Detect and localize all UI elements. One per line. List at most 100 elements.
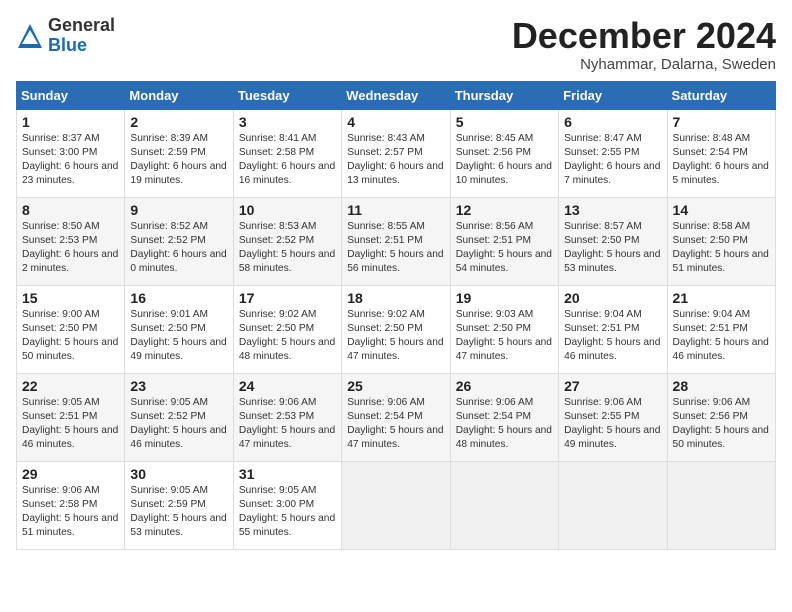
calendar-cell: 9 Sunrise: 8:52 AM Sunset: 2:52 PM Daylig… (125, 197, 233, 285)
calendar-week-row: 22Sunrise: 9:05 AM Sunset: 2:51 PM Dayli… (17, 373, 776, 461)
header-thursday: Thursday (450, 81, 558, 109)
header-tuesday: Tuesday (233, 81, 341, 109)
day-number: 21 (673, 290, 770, 306)
header-sunday: Sunday (17, 81, 125, 109)
cell-content: Sunrise: 8:37 AM Sunset: 3:00 PM Dayligh… (22, 132, 119, 189)
calendar-cell: 19 Sunrise: 9:03 AM Sunset: 2:50 PM Dayli… (450, 285, 558, 373)
day-number: 19 (456, 290, 553, 306)
cell-content: Sunrise: 9:04 AM Sunset: 2:51 PM Dayligh… (564, 308, 661, 365)
cell-content: Sunrise: 8:53 AM Sunset: 2:52 PM Dayligh… (239, 220, 336, 277)
cell-content: Sunrise: 8:56 AM Sunset: 2:51 PM Dayligh… (456, 220, 553, 277)
calendar-cell: 21 Sunrise: 9:04 AM Sunset: 2:51 PM Dayli… (667, 285, 775, 373)
calendar-cell: 23 Sunrise: 9:05 AM Sunset: 2:52 PM Dayli… (125, 373, 233, 461)
calendar-week-row: 29 Sunrise: 9:06 AM Sunset: 2:58 PM Dayli… (17, 461, 776, 549)
logo-blue-label: Blue (48, 36, 115, 56)
calendar-week-row: 8 Sunrise: 8:50 AM Sunset: 2:53 PM Daylig… (17, 197, 776, 285)
day-number: 26 (456, 378, 553, 394)
calendar-cell: 24 Sunrise: 9:06 AM Sunset: 2:53 PM Dayli… (233, 373, 341, 461)
cell-content: Sunrise: 9:05 AM Sunset: 2:52 PM Dayligh… (130, 396, 227, 453)
day-number: 20 (564, 290, 661, 306)
calendar-cell: 5 Sunrise: 8:45 AM Sunset: 2:56 PM Daylig… (450, 109, 558, 197)
calendar-cell (667, 461, 775, 549)
cell-content: Sunrise: 9:05 AM Sunset: 2:59 PM Dayligh… (130, 484, 227, 541)
day-number: 31 (239, 466, 336, 482)
day-number: 14 (673, 202, 770, 218)
day-number: 13 (564, 202, 661, 218)
cell-content: Sunrise: 8:45 AM Sunset: 2:56 PM Dayligh… (456, 132, 553, 189)
cell-content: Sunrise: 9:05 AM Sunset: 3:00 PM Dayligh… (239, 484, 336, 541)
cell-content: Sunrise: 9:04 AM Sunset: 2:51 PM Dayligh… (673, 308, 770, 365)
day-number: 9 (130, 202, 227, 218)
logo-text: General Blue (48, 16, 115, 56)
day-number: 3 (239, 114, 336, 130)
month-title: December 2024 (512, 16, 776, 56)
cell-content: Sunrise: 9:06 AM Sunset: 2:58 PM Dayligh… (22, 484, 119, 541)
day-number: 6 (564, 114, 661, 130)
calendar-cell: 10 Sunrise: 8:53 AM Sunset: 2:52 PM Dayli… (233, 197, 341, 285)
day-number: 29 (22, 466, 119, 482)
calendar-cell: 26Sunrise: 9:06 AM Sunset: 2:54 PM Dayli… (450, 373, 558, 461)
calendar-cell: 22Sunrise: 9:05 AM Sunset: 2:51 PM Dayli… (17, 373, 125, 461)
day-number: 8 (22, 202, 119, 218)
calendar-cell: 29 Sunrise: 9:06 AM Sunset: 2:58 PM Dayli… (17, 461, 125, 549)
header-friday: Friday (559, 81, 667, 109)
cell-content: Sunrise: 9:06 AM Sunset: 2:54 PM Dayligh… (347, 396, 444, 453)
location-subtitle: Nyhammar, Dalarna, Sweden (512, 56, 776, 73)
calendar-cell (559, 461, 667, 549)
calendar-cell (342, 461, 450, 549)
logo: General Blue (16, 16, 115, 56)
calendar-week-row: 15Sunrise: 9:00 AM Sunset: 2:50 PM Dayli… (17, 285, 776, 373)
day-number: 17 (239, 290, 336, 306)
calendar-cell: 4 Sunrise: 8:43 AM Sunset: 2:57 PM Daylig… (342, 109, 450, 197)
cell-content: Sunrise: 9:00 AM Sunset: 2:50 PM Dayligh… (22, 308, 119, 365)
day-number: 5 (456, 114, 553, 130)
day-number: 28 (673, 378, 770, 394)
logo-general-label: General (48, 16, 115, 36)
day-number: 7 (673, 114, 770, 130)
day-number: 22 (22, 378, 119, 394)
cell-content: Sunrise: 9:06 AM Sunset: 2:53 PM Dayligh… (239, 396, 336, 453)
header-saturday: Saturday (667, 81, 775, 109)
day-number: 4 (347, 114, 444, 130)
header-monday: Monday (125, 81, 233, 109)
cell-content: Sunrise: 9:02 AM Sunset: 2:50 PM Dayligh… (347, 308, 444, 365)
cell-content: Sunrise: 9:01 AM Sunset: 2:50 PM Dayligh… (130, 308, 227, 365)
cell-content: Sunrise: 8:50 AM Sunset: 2:53 PM Dayligh… (22, 220, 119, 277)
calendar-cell: 11 Sunrise: 8:55 AM Sunset: 2:51 PM Dayli… (342, 197, 450, 285)
cell-content: Sunrise: 8:41 AM Sunset: 2:58 PM Dayligh… (239, 132, 336, 189)
day-number: 24 (239, 378, 336, 394)
day-number: 23 (130, 378, 227, 394)
cell-content: Sunrise: 9:06 AM Sunset: 2:55 PM Dayligh… (564, 396, 661, 453)
cell-content: Sunrise: 9:02 AM Sunset: 2:50 PM Dayligh… (239, 308, 336, 365)
calendar-cell: 3 Sunrise: 8:41 AM Sunset: 2:58 PM Daylig… (233, 109, 341, 197)
cell-content: Sunrise: 8:47 AM Sunset: 2:55 PM Dayligh… (564, 132, 661, 189)
cell-content: Sunrise: 8:58 AM Sunset: 2:50 PM Dayligh… (673, 220, 770, 277)
cell-content: Sunrise: 8:52 AM Sunset: 2:52 PM Dayligh… (130, 220, 227, 277)
calendar-table: SundayMondayTuesdayWednesdayThursdayFrid… (16, 81, 776, 550)
day-number: 16 (130, 290, 227, 306)
calendar-cell: 7 Sunrise: 8:48 AM Sunset: 2:54 PM Daylig… (667, 109, 775, 197)
cell-content: Sunrise: 8:48 AM Sunset: 2:54 PM Dayligh… (673, 132, 770, 189)
calendar-cell: 25Sunrise: 9:06 AM Sunset: 2:54 PM Dayli… (342, 373, 450, 461)
calendar-cell: 17 Sunrise: 9:02 AM Sunset: 2:50 PM Dayli… (233, 285, 341, 373)
calendar-cell: 15Sunrise: 9:00 AM Sunset: 2:50 PM Dayli… (17, 285, 125, 373)
cell-content: Sunrise: 8:39 AM Sunset: 2:59 PM Dayligh… (130, 132, 227, 189)
day-number: 11 (347, 202, 444, 218)
calendar-cell: 8 Sunrise: 8:50 AM Sunset: 2:53 PM Daylig… (17, 197, 125, 285)
calendar-cell: 6 Sunrise: 8:47 AM Sunset: 2:55 PM Daylig… (559, 109, 667, 197)
logo-icon (16, 22, 44, 50)
cell-content: Sunrise: 8:55 AM Sunset: 2:51 PM Dayligh… (347, 220, 444, 277)
cell-content: Sunrise: 9:03 AM Sunset: 2:50 PM Dayligh… (456, 308, 553, 365)
day-number: 10 (239, 202, 336, 218)
calendar-cell: 13Sunrise: 8:57 AM Sunset: 2:50 PM Dayli… (559, 197, 667, 285)
header-wednesday: Wednesday (342, 81, 450, 109)
calendar-cell: 12Sunrise: 8:56 AM Sunset: 2:51 PM Dayli… (450, 197, 558, 285)
day-number: 30 (130, 466, 227, 482)
cell-content: Sunrise: 8:43 AM Sunset: 2:57 PM Dayligh… (347, 132, 444, 189)
calendar-week-row: 1Sunrise: 8:37 AM Sunset: 3:00 PM Daylig… (17, 109, 776, 197)
calendar-cell: 18 Sunrise: 9:02 AM Sunset: 2:50 PM Dayli… (342, 285, 450, 373)
calendar-cell: 28 Sunrise: 9:06 AM Sunset: 2:56 PM Dayli… (667, 373, 775, 461)
day-number: 18 (347, 290, 444, 306)
calendar-cell: 14 Sunrise: 8:58 AM Sunset: 2:50 PM Dayli… (667, 197, 775, 285)
cell-content: Sunrise: 9:06 AM Sunset: 2:56 PM Dayligh… (673, 396, 770, 453)
